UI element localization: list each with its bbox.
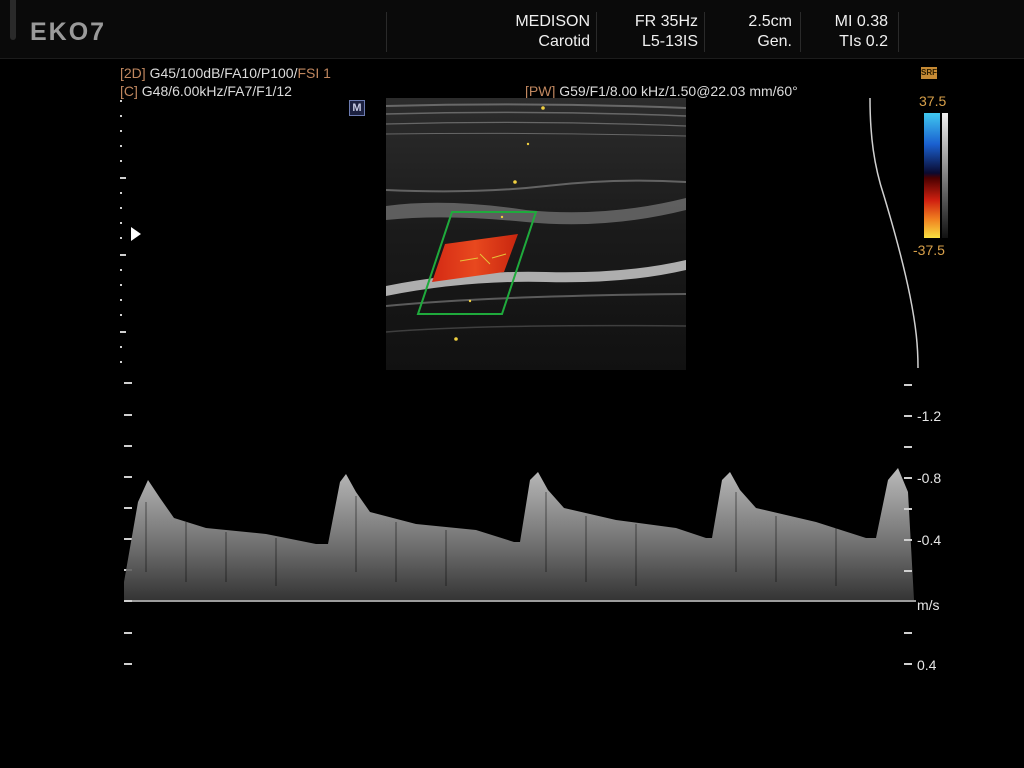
depth-mode-block: 2.5cm Gen. xyxy=(712,12,792,52)
doppler-spectrum xyxy=(124,382,916,665)
twod-values: G45/100dB/FA10/P100/ xyxy=(145,65,298,81)
divider xyxy=(800,12,801,52)
bmode-image xyxy=(386,98,686,370)
mi-label: MI 0.38 xyxy=(834,13,888,30)
probe-label: L5-13IS xyxy=(641,33,698,50)
twod-tag: [2D] xyxy=(120,65,146,81)
velocity-label-0-4: 0.4 xyxy=(917,657,937,673)
tgc-curve xyxy=(869,97,919,369)
divider xyxy=(704,12,705,52)
vendor-label: MEDISON xyxy=(515,13,590,30)
brand-logo: EKO7 xyxy=(30,18,107,46)
velocity-label-neg-0-8: -0.8 xyxy=(917,470,942,486)
top-status-bar: EKO7 MEDISON Carotid FR 35Hz L5-13IS 2.5… xyxy=(0,0,1024,59)
twod-parameters: [2D] G45/100dB/FA10/P100/FSI 1 xyxy=(120,65,331,82)
m-marker-icon[interactable]: M xyxy=(349,100,365,116)
pw-tag: [PW] xyxy=(525,83,556,99)
color-values: G48/6.00kHz/FA7/F1/12 xyxy=(137,83,292,99)
divider xyxy=(596,12,597,52)
velocity-label-neg-1-2: -1.2 xyxy=(917,408,942,424)
srf-badge: SRF xyxy=(921,67,937,79)
preset-label: Carotid xyxy=(538,33,590,50)
safety-index-block: MI 0.38 TIs 0.2 xyxy=(806,12,888,52)
window-handle[interactable] xyxy=(10,0,16,40)
mode-label: Gen. xyxy=(757,33,792,50)
frame-probe-block: FR 35Hz L5-13IS xyxy=(606,12,698,52)
depth-label: 2.5cm xyxy=(748,13,792,30)
velocity-unit-label: m/s xyxy=(917,597,940,613)
vendor-preset-block: MEDISON Carotid xyxy=(500,12,590,52)
divider xyxy=(898,12,899,52)
focus-marker-icon[interactable] xyxy=(130,226,142,242)
tis-label: TIs 0.2 xyxy=(839,33,888,50)
divider xyxy=(386,12,387,52)
frame-rate-label: FR 35Hz xyxy=(634,13,698,30)
fsi-value: FSI 1 xyxy=(297,65,331,81)
color-parameters: [C] G48/6.00kHz/FA7/F1/12 xyxy=(120,83,292,100)
pw-values: G59/F1/8.00 kHz/1.50@22.03 mm/60° xyxy=(555,83,798,99)
velocity-label-neg-0-4: -0.4 xyxy=(917,532,942,548)
